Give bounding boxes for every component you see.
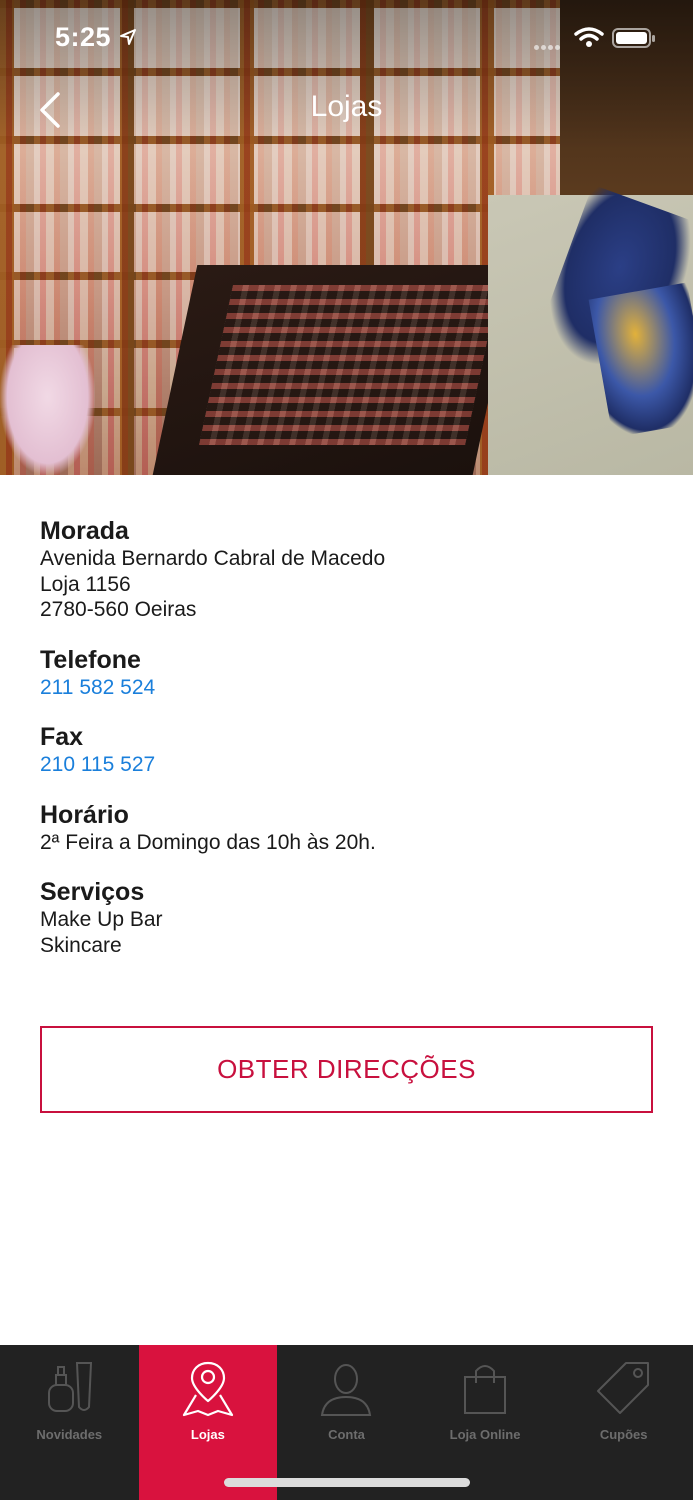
tab-label: Lojas <box>190 1427 225 1442</box>
address-line: 2780-560 Oeiras <box>40 598 197 621</box>
address-heading: Morada <box>40 517 129 545</box>
get-directions-button[interactable]: OBTER DIRECÇÕES <box>40 1026 653 1113</box>
store-details: Morada Avenida Bernardo Cabral de Macedo… <box>40 516 660 980</box>
tab-loja-online[interactable]: Loja Online <box>416 1345 555 1500</box>
services-heading: Serviços <box>40 878 145 906</box>
tab-lojas[interactable]: Lojas <box>138 1345 278 1500</box>
phone-heading: Telefone <box>40 645 141 674</box>
phone-link[interactable]: 211 582 524 <box>40 675 660 701</box>
plush-toy <box>0 345 95 475</box>
service-item: Make Up Bar <box>40 908 163 931</box>
makeup-counter <box>152 265 518 475</box>
shopping-bag-icon <box>464 1365 507 1414</box>
address-section: Morada Avenida Bernardo Cabral de Macedo… <box>40 516 660 623</box>
home-indicator[interactable] <box>224 1478 470 1487</box>
service-item: Skincare <box>40 933 122 957</box>
tab-label: Conta <box>328 1427 365 1442</box>
user-icon <box>321 1364 372 1416</box>
battery-icon <box>612 28 655 48</box>
address-line: Avenida Bernardo Cabral de Macedo <box>40 547 386 570</box>
tab-novidades[interactable]: Novidades <box>0 1345 139 1500</box>
phone-section: Telefone 211 582 524 <box>40 645 660 701</box>
tab-conta[interactable]: Conta <box>277 1345 416 1500</box>
fax-heading: Fax <box>40 723 84 751</box>
services-section: Serviços Make Up Bar Skincare <box>40 877 660 958</box>
address-line: Loja 1156 <box>40 572 131 596</box>
location-arrow-icon <box>120 29 136 45</box>
tag-icon <box>596 1362 649 1414</box>
status-bar: 5:25 <box>0 0 693 76</box>
cellular-signal-icon <box>534 37 566 50</box>
wifi-icon <box>574 27 604 47</box>
tab-label: Novidades <box>36 1427 103 1442</box>
hours-heading: Horário <box>40 800 129 829</box>
tab-label: Cupões <box>599 1427 648 1442</box>
tab-cupoes[interactable]: Cupões <box>554 1345 693 1500</box>
tab-bar: Novidades Lojas Conta Loja Online Cupões <box>0 1345 693 1500</box>
tab-label: Loja Online <box>449 1427 521 1442</box>
perfume-icon <box>48 1362 93 1412</box>
map-pin-icon <box>182 1361 233 1417</box>
page-title: Lojas <box>310 90 383 123</box>
hours-value: 2ª Feira a Domingo das 10h às 20h. <box>40 830 376 854</box>
status-time: 5:25 <box>55 22 112 52</box>
fax-section: Fax 210 115 527 <box>40 722 660 778</box>
hours-section: Horário 2ª Feira a Domingo das 10h às 20… <box>40 800 660 856</box>
fax-link[interactable]: 210 115 527 <box>40 752 660 778</box>
